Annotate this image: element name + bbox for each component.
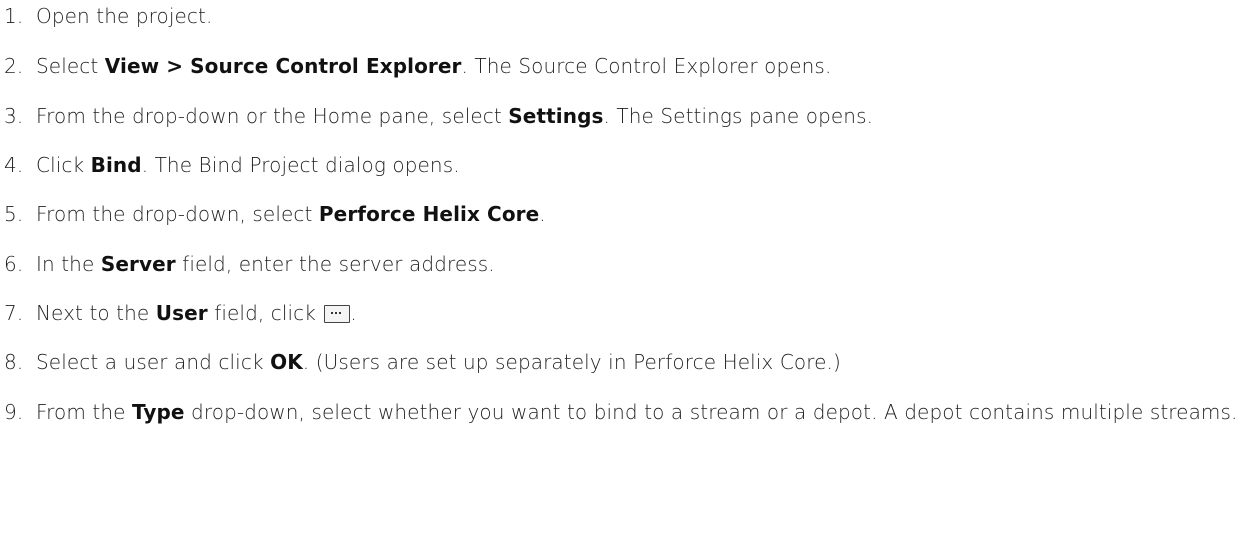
step-text: From the drop-down or the Home pane, sel…	[36, 104, 874, 128]
ui-term-settings: Settings	[508, 104, 604, 128]
step-8: 8. Select a user and click OK. (Users are…	[0, 347, 1240, 377]
step-text: Click Bind. The Bind Project dialog open…	[36, 153, 460, 177]
step-text: Select a user and click OK. (Users are s…	[36, 350, 841, 374]
step-7: 7. Next to the User field, click .	[0, 298, 1240, 328]
step-number: 9.	[4, 400, 24, 424]
menu-path-view-source-control-explorer: View > Source Control Explorer	[104, 54, 462, 78]
step-text: In the Server field, enter the server ad…	[36, 252, 495, 276]
step-9: 9. From the Type drop-down, select whethe…	[0, 397, 1240, 427]
step-1: 1. Open the project.	[0, 1, 1240, 31]
step-number: 7.	[4, 301, 24, 325]
step-3: 3. From the drop-down or the Home pane, s…	[0, 101, 1240, 131]
step-number: 6.	[4, 252, 24, 276]
step-number: 8.	[4, 350, 24, 374]
ellipsis-browse-icon	[324, 305, 351, 323]
ui-term-server: Server	[100, 252, 176, 276]
step-number: 4.	[4, 153, 24, 177]
ui-term-user: User	[155, 301, 208, 325]
ui-term-ok: OK	[270, 350, 303, 374]
step-5: 5. From the drop-down, select Perforce He…	[0, 199, 1240, 229]
step-number: 3.	[4, 104, 24, 128]
step-6: 6. In the Server field, enter the server …	[0, 249, 1240, 279]
ui-term-bind: Bind	[90, 153, 142, 177]
ui-term-type: Type	[132, 400, 185, 424]
step-text: Select View > Source Control Explorer. T…	[36, 54, 832, 78]
step-text: Open the project.	[36, 4, 213, 28]
ui-term-perforce-helix-core: Perforce Helix Core	[318, 202, 540, 226]
step-2: 2. Select View > Source Control Explorer.…	[0, 51, 1240, 81]
step-number: 5.	[4, 202, 24, 226]
step-text: Next to the User field, click .	[36, 301, 357, 325]
step-number: 2.	[4, 54, 24, 78]
step-4: 4. Click Bind. The Bind Project dialog op…	[0, 150, 1240, 180]
step-text: From the drop-down, select Perforce Heli…	[36, 202, 546, 226]
step-number: 1.	[4, 4, 24, 28]
step-text: From the Type drop-down, select whether …	[36, 400, 1238, 424]
